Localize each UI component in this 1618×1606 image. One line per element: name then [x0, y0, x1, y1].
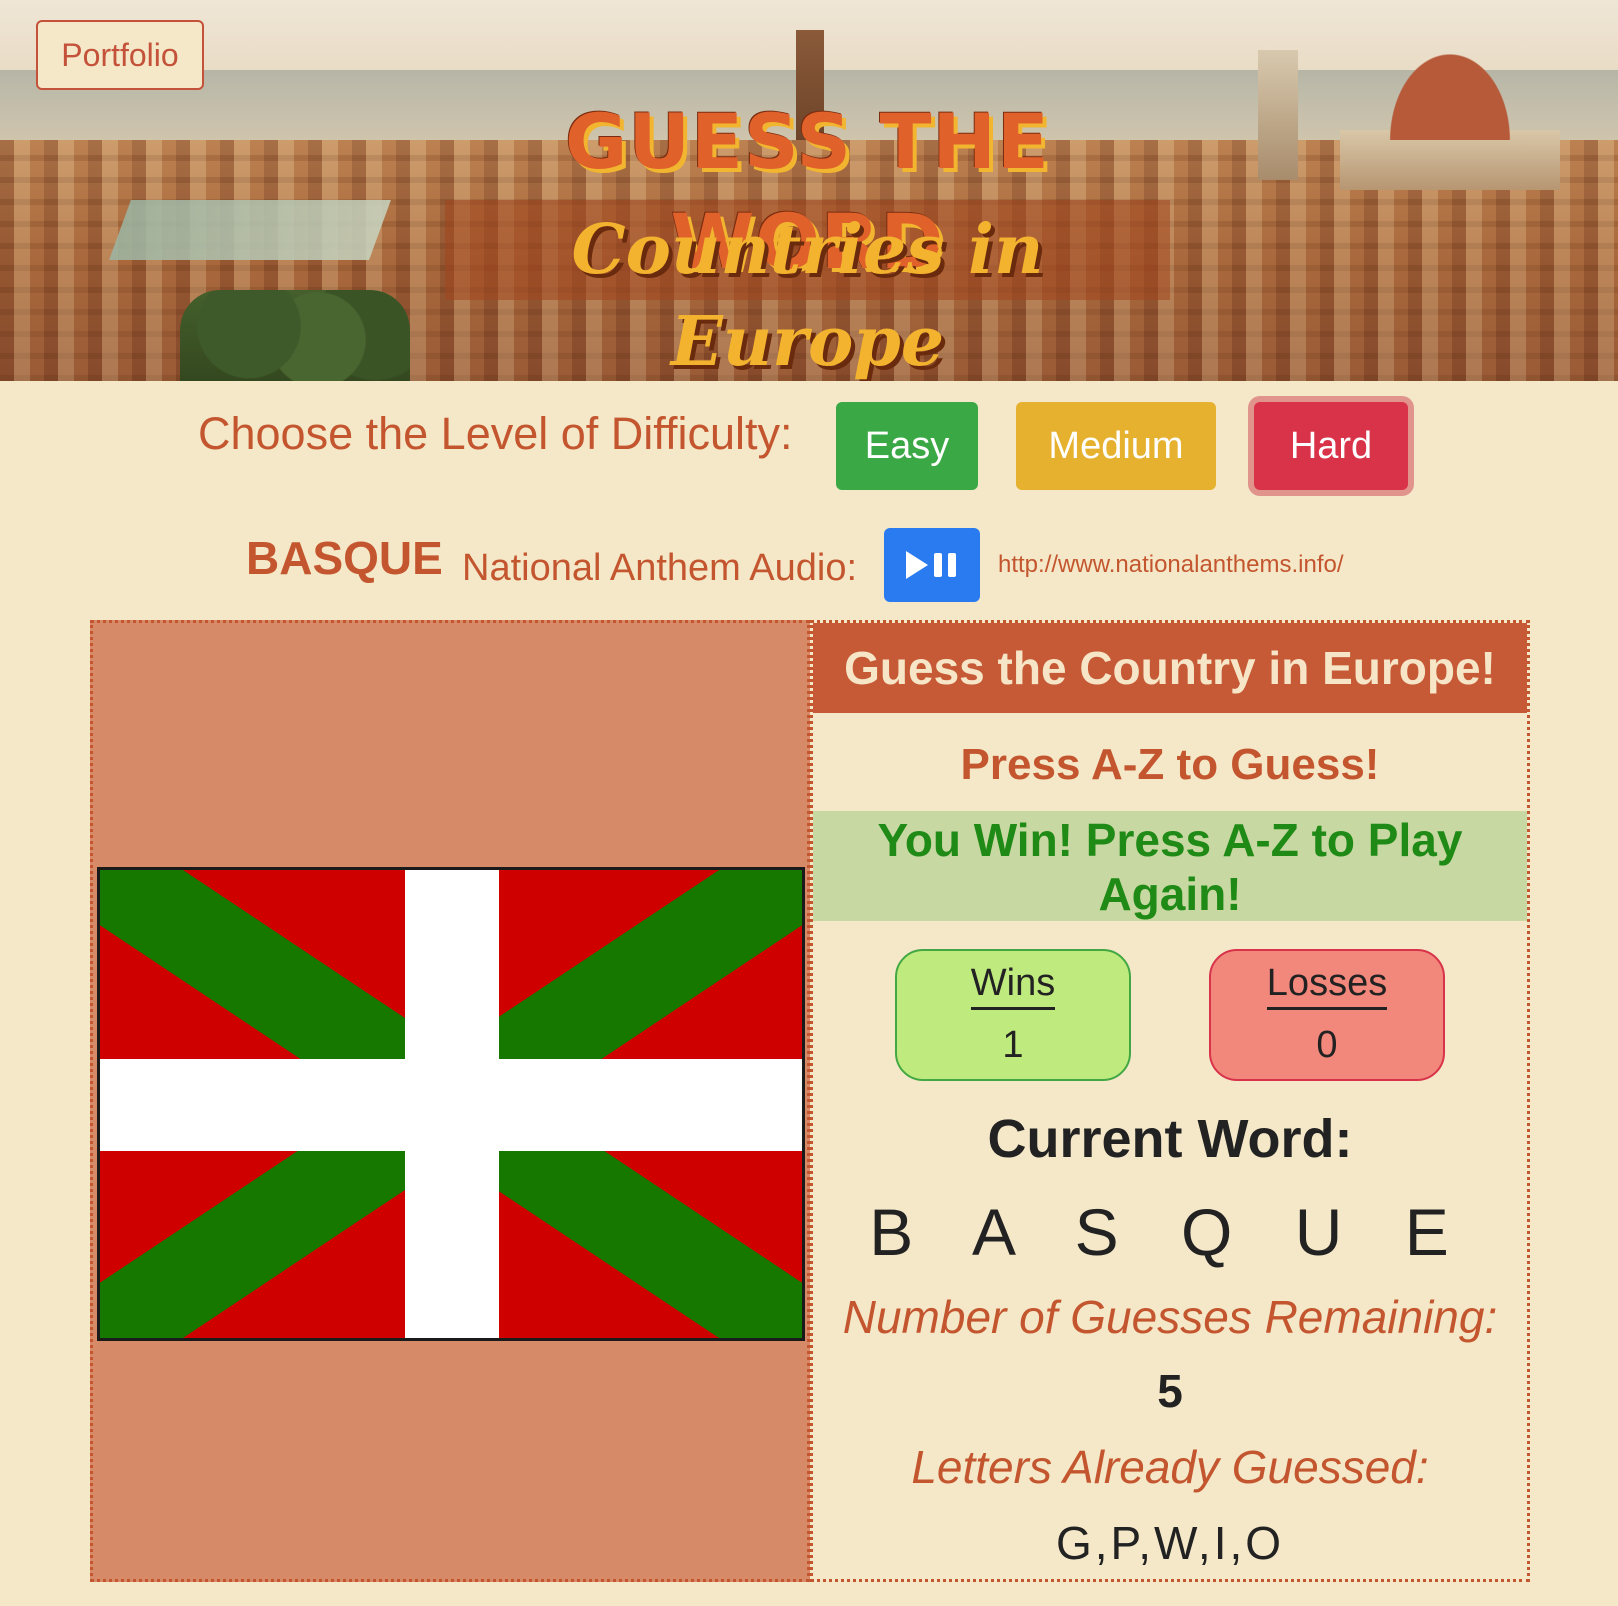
wins-value: 1: [1002, 1024, 1024, 1066]
wins-label: Wins: [970, 959, 1056, 1010]
current-word: B A S Q U E: [869, 1195, 1471, 1269]
letters-guessed-value: G,P,W,I,O: [1055, 1517, 1285, 1569]
header-banner: GUESS THE WORD Countries in Europe Portf…: [0, 0, 1618, 381]
country-name: BASQUE: [246, 532, 443, 584]
win-message: You Win! Press A-Z to Play Again!: [813, 811, 1527, 921]
hard-button[interactable]: Hard: [1254, 402, 1408, 490]
basque-flag: [97, 867, 805, 1341]
easy-button[interactable]: Easy: [836, 402, 978, 490]
game-panel: Guess the Country in Europe! Press A-Z t…: [810, 620, 1530, 1582]
anthem-label: National Anthem Audio:: [462, 547, 858, 589]
page-subtitle: Countries in Europe: [571, 210, 1044, 381]
portfolio-button[interactable]: Portfolio: [36, 20, 204, 90]
guesses-remaining-value: 5: [1157, 1365, 1183, 1417]
flag-panel: [90, 620, 810, 1582]
current-word-label: Current Word:: [987, 1109, 1353, 1169]
medium-button[interactable]: Medium: [1016, 402, 1216, 490]
wins-counter: Wins 1: [895, 949, 1131, 1081]
win-message-text: You Win! Press A-Z to Play Again!: [877, 814, 1463, 920]
banner-trees: [180, 290, 410, 381]
anthem-source-link[interactable]: http://www.nationalanthems.info/: [998, 548, 1344, 582]
banner-river: [109, 200, 391, 260]
losses-label: Losses: [1266, 959, 1388, 1010]
play-pause-button[interactable]: [884, 528, 980, 602]
letters-guessed-label: Letters Already Guessed:: [911, 1441, 1429, 1493]
play-pause-icon: [906, 551, 956, 579]
banner-dome: [1380, 40, 1520, 140]
losses-value: 0: [1316, 1024, 1338, 1066]
instruction-text: Press A-Z to Guess!: [960, 740, 1380, 789]
guesses-remaining-label: Number of Guesses Remaining:: [842, 1291, 1498, 1343]
flag-image: [100, 870, 802, 1338]
difficulty-label: Choose the Level of Difficulty:: [198, 408, 793, 459]
banner-campanile: [1258, 50, 1298, 180]
game-heading: Guess the Country in Europe!: [813, 623, 1527, 713]
losses-counter: Losses 0: [1209, 949, 1445, 1081]
